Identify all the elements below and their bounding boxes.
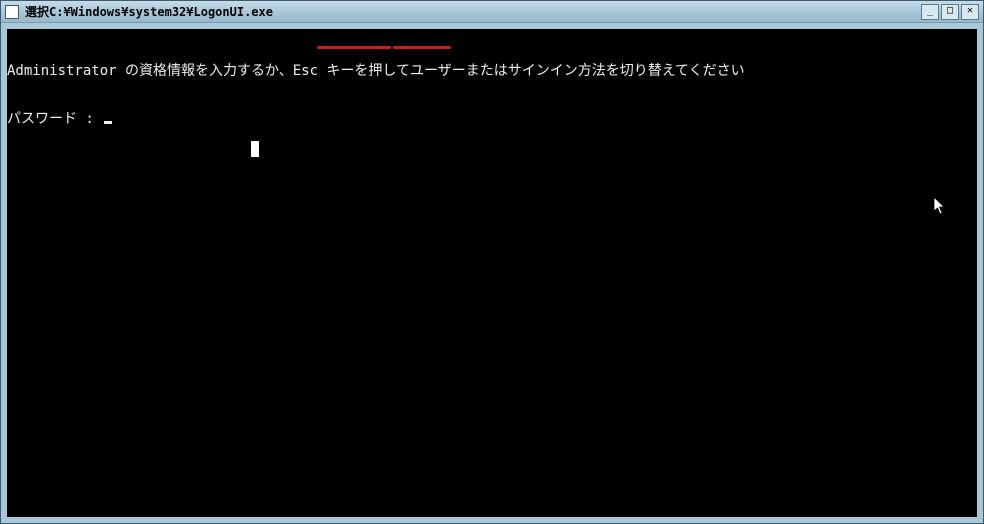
window-controls: _ □ ✕ bbox=[921, 4, 979, 20]
terminal[interactable]: Administrator の資格情報を入力するか、Esc キーを押してユーザー… bbox=[7, 29, 977, 517]
app-icon bbox=[5, 5, 19, 19]
close-button[interactable]: ✕ bbox=[961, 4, 979, 20]
annotation-underline bbox=[317, 46, 391, 49]
prompt-line-1: Administrator の資格情報を入力するか、Esc キーを押してユーザー… bbox=[7, 63, 977, 79]
maximize-button[interactable]: □ bbox=[941, 4, 959, 20]
mouse-cursor-icon bbox=[934, 197, 946, 215]
window-title: 選択C:¥Windows¥system32¥LogonUI.exe bbox=[25, 3, 921, 20]
client-frame: Administrator の資格情報を入力するか、Esc キーを押してユーザー… bbox=[1, 23, 983, 523]
selection-block bbox=[251, 141, 259, 157]
text-cursor bbox=[104, 121, 112, 124]
console-window: 選択C:¥Windows¥system32¥LogonUI.exe _ □ ✕ … bbox=[0, 0, 984, 524]
titlebar[interactable]: 選択C:¥Windows¥system32¥LogonUI.exe _ □ ✕ bbox=[1, 1, 983, 23]
minimize-button[interactable]: _ bbox=[921, 4, 939, 20]
password-prompt: パスワード : bbox=[7, 111, 977, 127]
password-label: パスワード : bbox=[7, 111, 102, 127]
annotation-underline bbox=[393, 46, 451, 49]
